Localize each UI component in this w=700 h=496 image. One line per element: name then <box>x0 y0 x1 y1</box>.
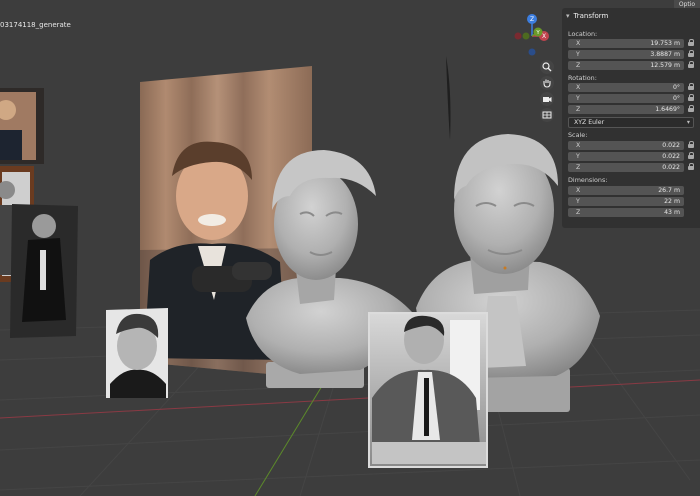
axis-label: Y <box>576 198 580 205</box>
axis-label: X <box>576 187 581 194</box>
field-value: 19.753 m <box>650 40 680 47</box>
field-value: 0.022 <box>662 142 680 149</box>
lock-icon[interactable] <box>688 83 694 92</box>
lock-icon[interactable] <box>688 152 694 161</box>
chevron-down-icon: ▾ <box>686 119 690 126</box>
axis-label: Y <box>576 51 580 58</box>
location-x-field[interactable]: X 19.753 m <box>568 39 684 48</box>
camera-icon <box>543 97 552 102</box>
axis-label: X <box>576 40 581 47</box>
axis-label: Z <box>576 106 581 113</box>
transform-panel-header[interactable]: ▾ Transform <box>566 12 608 20</box>
scale-z-field[interactable]: Z 0.022 <box>568 163 684 172</box>
dimensions-label: Dimensions: <box>568 176 608 184</box>
desk-photo <box>368 312 488 468</box>
gizmo-x-label: X <box>542 33 546 40</box>
dimensions-y-field[interactable]: Y 22 m <box>568 197 684 206</box>
field-value: 3.8887 m <box>650 51 680 58</box>
axis-label: Z <box>576 164 581 171</box>
axis-label: Y <box>576 95 580 102</box>
left-photo-bw <box>10 204 78 338</box>
field-value: 0.022 <box>662 153 680 160</box>
grid-view-icon <box>542 111 552 119</box>
gizmo-z-label: Z <box>530 16 534 23</box>
zoom-button[interactable] <box>540 60 554 74</box>
gizmo-neg-z[interactable] <box>528 48 536 56</box>
object-name-label: 03174118_generate <box>0 21 71 29</box>
pan-button[interactable] <box>540 76 554 90</box>
field-value: 43 m <box>664 209 680 216</box>
lock-icon[interactable] <box>688 61 694 70</box>
gizmo-y-label: Y <box>535 30 540 36</box>
zoom-icon <box>542 62 552 72</box>
lock-icon[interactable] <box>688 39 694 48</box>
location-label: Location: <box>568 30 598 38</box>
lock-icon[interactable] <box>688 163 694 172</box>
thin-object <box>446 56 451 140</box>
field-value: 12.579 m <box>650 62 680 69</box>
rotation-z-field[interactable]: Z 1.6469° <box>568 105 684 114</box>
field-value: 0° <box>672 84 680 91</box>
transform-panel: ▾ Transform Location: X 19.753 m Y 3.8887 m… <box>562 8 700 228</box>
scale-x-field[interactable]: X 0.022 <box>568 141 684 150</box>
field-value: 0.022 <box>662 164 680 171</box>
gizmo-neg-y[interactable] <box>522 32 530 40</box>
chevron-down-icon: ▾ <box>566 12 570 20</box>
location-z-field[interactable]: Z 12.579 m <box>568 61 684 70</box>
navigation-gizmo[interactable]: Z X Y <box>508 12 556 60</box>
rotation-y-field[interactable]: Y 0° <box>568 94 684 103</box>
axis-label: Y <box>576 153 580 160</box>
toggle-projection-button[interactable] <box>540 108 554 122</box>
lock-icon[interactable] <box>688 105 694 114</box>
axis-label: X <box>576 84 581 91</box>
lock-icon[interactable] <box>688 94 694 103</box>
left-photo-top <box>0 88 44 164</box>
rotation-mode-dropdown[interactable]: XYZ Euler ▾ <box>568 117 694 128</box>
rotation-x-field[interactable]: X 0° <box>568 83 684 92</box>
field-value: 0° <box>672 95 680 102</box>
axis-label: X <box>576 142 581 149</box>
scale-label: Scale: <box>568 131 588 139</box>
field-value: 1.6469° <box>655 106 680 113</box>
camera-view-button[interactable] <box>540 92 554 106</box>
dimensions-x-field[interactable]: X 26.7 m <box>568 186 684 195</box>
small-portrait-photo <box>106 308 168 398</box>
hand-pan-icon <box>543 79 551 88</box>
transform-title: Transform <box>573 12 609 20</box>
field-value: 26.7 m <box>658 187 680 194</box>
scale-y-field[interactable]: Y 0.022 <box>568 152 684 161</box>
lock-icon[interactable] <box>688 50 694 59</box>
location-y-field[interactable]: Y 3.8887 m <box>568 50 684 59</box>
field-value: 22 m <box>664 198 680 205</box>
lock-icon[interactable] <box>688 141 694 150</box>
axis-label: Z <box>576 209 581 216</box>
rotation-label: Rotation: <box>568 74 597 82</box>
axis-label: Z <box>576 62 581 69</box>
dimensions-z-field[interactable]: Z 43 m <box>568 208 684 217</box>
gizmo-neg-x[interactable] <box>514 32 522 40</box>
rotation-mode-value: XYZ Euler <box>574 119 605 126</box>
